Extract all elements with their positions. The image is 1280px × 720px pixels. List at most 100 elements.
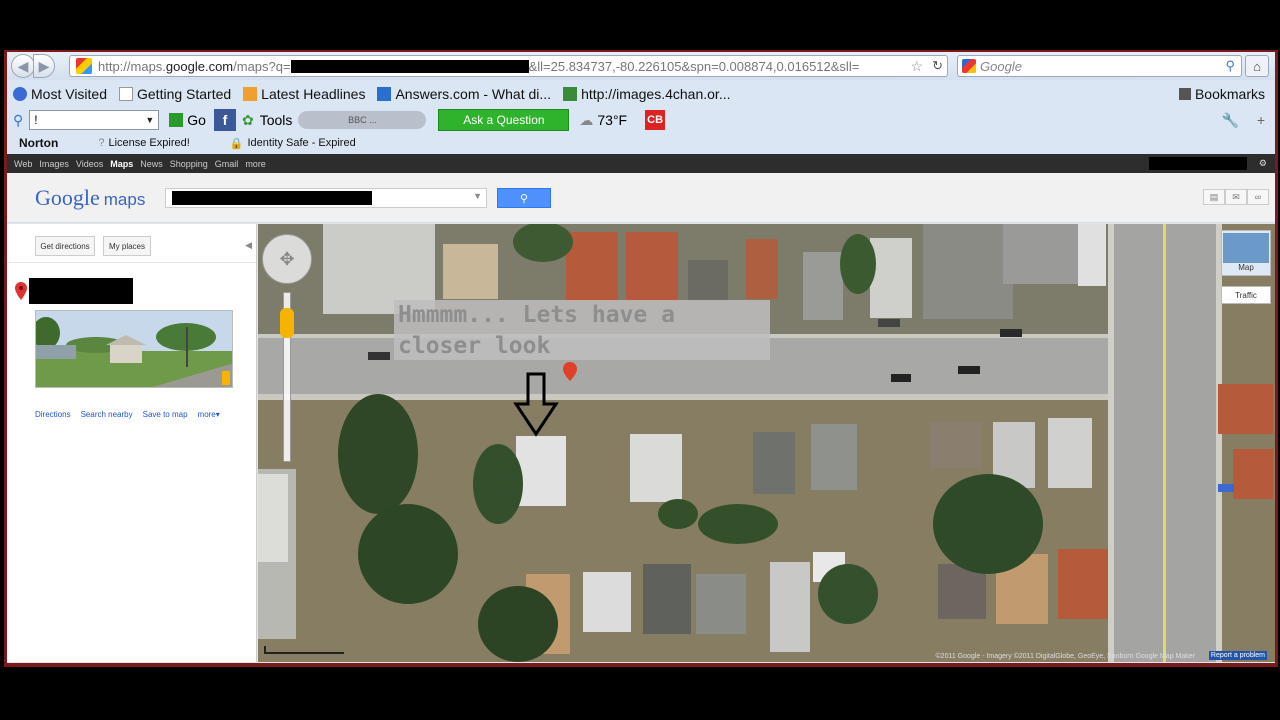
rss-icon [243, 87, 258, 101]
weather-temp: 73°F [597, 112, 628, 128]
back-button[interactable]: ◀ [11, 54, 35, 78]
gbar-link-maps[interactable]: Maps [110, 159, 133, 169]
collapse-panel-icon[interactable]: ◀ [245, 240, 252, 251]
my-places-button[interactable]: My places [103, 236, 151, 256]
gbar-link-shopping[interactable]: Shopping [170, 159, 208, 169]
search-bar[interactable]: Google ⚲ [957, 55, 1242, 77]
gbar-link-more[interactable]: more [245, 159, 266, 169]
map-type-button[interactable]: Map [1221, 230, 1271, 276]
divider [7, 262, 256, 263]
google-nav-bar: Web Images Videos Maps News Shopping Gma… [7, 154, 1275, 173]
url-suffix: &ll=25.834737,-80.226105&spn=0.008874,0.… [528, 58, 860, 74]
bookmarks-icon [1178, 88, 1191, 100]
annotation-caption: Hmmmm... Lets have a closer look [394, 300, 770, 360]
compass-icon: ✥ [279, 248, 295, 269]
identity-safe-status[interactable]: Identity Safe - Expired [247, 137, 355, 149]
answers-icon [377, 87, 392, 101]
google-engine-icon [962, 59, 976, 73]
copyright-text: ©2011 Google - Imagery ©2011 DigitalGlob… [935, 653, 1195, 660]
redacted-account [1149, 157, 1247, 170]
maps-search-input[interactable]: ▼ [165, 188, 487, 208]
add-icon[interactable]: + [1257, 112, 1265, 128]
norton-menu[interactable]: Norton [19, 136, 58, 150]
site-favicon-icon [76, 58, 92, 74]
addon-toolbar: ⚲ ! Go f ✿ Tools BBC ... Ask a Question … [7, 108, 1275, 132]
logo-text: Google [35, 185, 100, 210]
media-player[interactable]: BBC ... [298, 111, 427, 129]
print-icon[interactable]: ▤ [1203, 189, 1225, 205]
street-view-image [36, 311, 232, 387]
bookmark-4chan[interactable]: http://images.4chan.or... [563, 86, 730, 102]
license-status[interactable]: License Expired! [108, 137, 189, 149]
link-icon[interactable]: ∞ [1247, 189, 1269, 205]
tools-menu[interactable]: Tools [260, 112, 293, 128]
traffic-button[interactable]: Traffic [1221, 286, 1271, 304]
google-maps-logo[interactable]: Google maps [35, 185, 145, 211]
home-icon: ⌂ [1253, 58, 1261, 74]
gbar-link-gmail[interactable]: Gmail [215, 159, 239, 169]
clover-icon [563, 87, 578, 101]
search-nearby-link[interactable]: Search nearby [81, 410, 133, 419]
gbar-link-images[interactable]: Images [39, 159, 69, 169]
lock-icon: 🔒 [229, 137, 244, 150]
go-button[interactable]: Go [187, 112, 206, 128]
bookmark-latest-headlines[interactable]: Latest Headlines [243, 86, 365, 102]
bookmarks-bar: Most Visited Getting Started Latest Head… [7, 82, 1275, 106]
settings-gear-icon[interactable]: ⚙ [1259, 158, 1267, 169]
satellite-imagery [258, 224, 1275, 662]
browser-window: ◀ ▶ http://maps. google.com/maps?q= &ll=25… [7, 52, 1275, 663]
caption-line-1: Hmmmm... Lets have a [398, 302, 675, 328]
report-problem-link[interactable]: Report a problem [1208, 651, 1267, 660]
get-directions-button[interactable]: Get directions [35, 236, 95, 256]
globe-icon [13, 87, 27, 101]
url-bar[interactable]: http://maps. google.com/maps?q= &ll=25.834… [69, 55, 948, 77]
pan-control[interactable]: ✥ [262, 234, 312, 284]
directions-link[interactable]: Directions [35, 410, 71, 419]
search-icon[interactable]: ⚲ [1225, 58, 1235, 74]
bookmark-star-icon[interactable]: ☆ [910, 58, 923, 75]
bookmark-label: Getting Started [137, 86, 232, 102]
norton-toolbar: Norton ? License Expired! 🔒 Identity Saf… [7, 133, 1275, 153]
navigation-bar: ◀ ▶ http://maps. google.com/maps?q= &ll=25… [7, 52, 1275, 80]
header-actions: ▤ ✉ ∞ [1203, 189, 1269, 205]
gbar-link-videos[interactable]: Videos [76, 159, 103, 169]
back-arrow-icon: ◀ [17, 57, 29, 74]
gbar-link-news[interactable]: News [140, 159, 163, 169]
chevron-down-icon[interactable]: ▼ [473, 191, 482, 201]
redacted-search-query [172, 191, 372, 205]
pegman-icon[interactable] [280, 308, 294, 338]
more-link[interactable]: more▾ [198, 410, 220, 419]
bookmark-most-visited[interactable]: Most Visited [13, 86, 107, 102]
bookmark-getting-started[interactable]: Getting Started [119, 86, 231, 102]
maps-header: Google maps ▼ ⚲ ▤ ✉ ∞ [7, 173, 1275, 223]
gbar-link-web[interactable]: Web [14, 159, 32, 169]
bookmark-label: Answers.com - What di... [395, 86, 552, 102]
save-to-map-link[interactable]: Save to map [143, 410, 188, 419]
search-placeholder: Google [980, 58, 1022, 74]
bookmark-label: Latest Headlines [261, 86, 366, 102]
bookmark-label: http://images.4chan.or... [581, 86, 731, 102]
gear-icon[interactable]: ✿ [242, 112, 254, 129]
toolbar-search-input[interactable]: ! [29, 110, 160, 130]
email-icon[interactable]: ✉ [1225, 189, 1247, 205]
street-view-thumbnail[interactable] [35, 310, 233, 388]
place-actions: Directions Search nearby Save to map mor… [35, 410, 220, 419]
forward-button[interactable]: ▶ [33, 54, 55, 78]
redacted-place-name[interactable] [29, 278, 133, 304]
search-icon: ⚲ [519, 192, 529, 205]
forward-arrow-icon: ▶ [38, 57, 50, 74]
weather-icon: ☁ [579, 111, 594, 128]
bookmarks-menu[interactable]: Bookmarks [1178, 86, 1265, 102]
cb-icon[interactable]: CB [645, 110, 666, 130]
wrench-icon[interactable]: 🔧 [1222, 112, 1239, 129]
maps-search-button[interactable]: ⚲ [497, 188, 551, 208]
go-arrow-icon[interactable] [169, 113, 184, 127]
reload-icon[interactable]: ↻ [932, 58, 943, 74]
map-type-label: Map [1238, 263, 1254, 272]
ask-question-button[interactable]: Ask a Question [438, 109, 570, 131]
satellite-map[interactable]: Hmmmm... Lets have a closer look ✥ Map T… [258, 224, 1275, 662]
bookmark-answers[interactable]: Answers.com - What di... [377, 86, 551, 102]
home-button[interactable]: ⌂ [1245, 55, 1269, 77]
facebook-icon[interactable]: f [213, 109, 236, 131]
search-icon[interactable]: ⚲ [13, 112, 23, 129]
